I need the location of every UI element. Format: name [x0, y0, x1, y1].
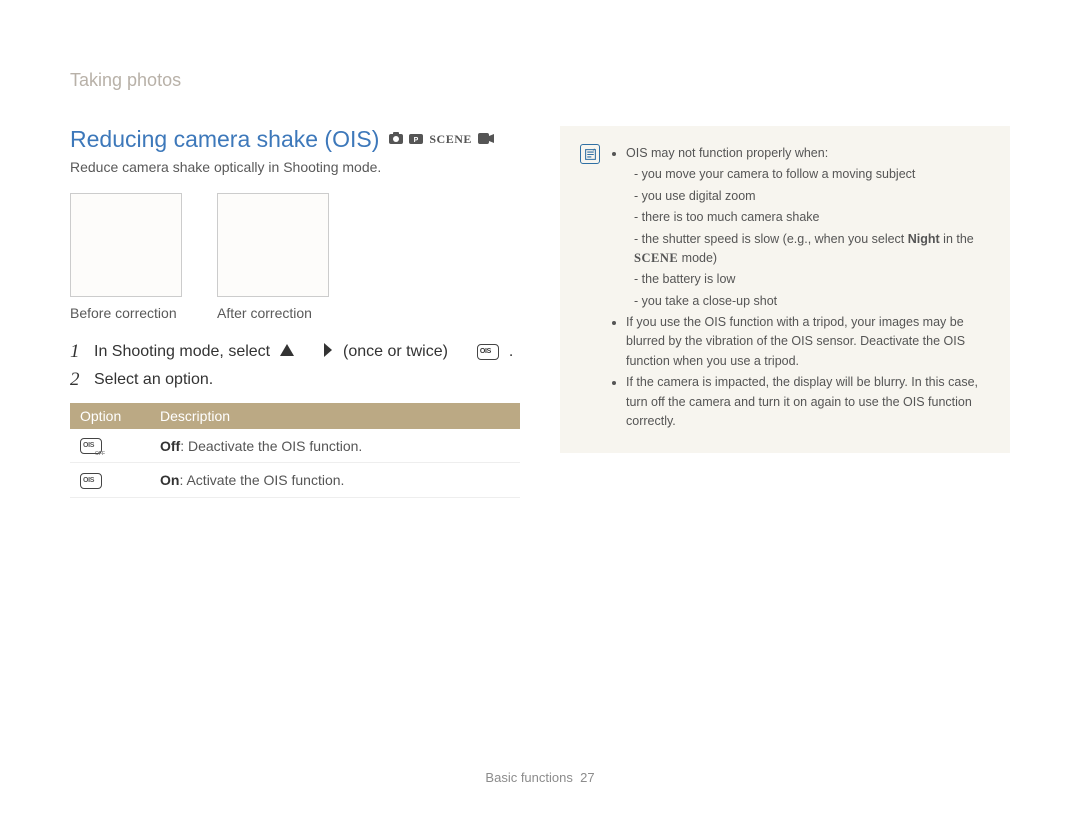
table-row: On: Activate the OIS function. [70, 463, 520, 497]
mode-icons-row: P SCENE [389, 131, 494, 149]
note-content: OIS may not function properly when: you … [610, 144, 990, 433]
camera-icon [389, 131, 403, 149]
note-sub-item: you move your camera to follow a moving … [634, 165, 990, 184]
note-bullet: If the camera is impacted, the display w… [626, 373, 990, 431]
after-thumbnail [217, 193, 329, 297]
option-text: : Activate the OIS function. [179, 472, 344, 488]
th-description: Description [150, 403, 520, 429]
option-bold: Off [160, 438, 180, 454]
before-label: Before correction [70, 305, 182, 321]
step-suffix: . [509, 343, 513, 361]
options-table: Option Description Off: Deactivate the O… [70, 403, 520, 498]
triangle-up-icon [280, 343, 294, 361]
step-number: 1 [70, 341, 84, 363]
option-bold: On [160, 472, 179, 488]
table-row: Off: Deactivate the OIS function. [70, 429, 520, 463]
footer-label: Basic functions [485, 770, 572, 785]
step-mid: (once or twice) [343, 343, 448, 361]
note-sub-item: the battery is low [634, 270, 990, 289]
camera-p-icon: P [409, 131, 423, 149]
ois-on-icon [80, 473, 102, 489]
before-thumbnail [70, 193, 182, 297]
note-sub-item: there is too much camera shake [634, 208, 990, 227]
step-text: Select an option. [94, 371, 213, 389]
svg-text:P: P [414, 137, 419, 144]
step-2: 2 Select an option. [70, 369, 520, 391]
option-text: : Deactivate the OIS function. [180, 438, 362, 454]
note-sub-item: you take a close-up shot [634, 292, 990, 311]
ois-on-icon [477, 344, 499, 360]
th-option: Option [70, 403, 150, 429]
note-intro: OIS may not function properly when: [626, 146, 828, 160]
ois-off-icon [80, 438, 102, 454]
page-number: 27 [580, 770, 594, 785]
scene-icon: SCENE [429, 132, 472, 147]
note-sub-item: the shutter speed is slow (e.g., when yo… [634, 230, 990, 269]
footer: Basic functions 27 [0, 770, 1080, 785]
step-number: 2 [70, 369, 84, 391]
intro-text: Reduce camera shake optically in Shootin… [70, 159, 520, 175]
step-text: In Shooting mode, select [94, 343, 270, 361]
note-bullet: If you use the OIS function with a tripo… [626, 313, 990, 371]
note-box: OIS may not function properly when: you … [560, 126, 1010, 453]
note-icon [580, 144, 600, 164]
chevron-right-icon [323, 343, 333, 362]
step-1: 1 In Shooting mode, select (once or twic… [70, 341, 520, 363]
page-title: Reducing camera shake (OIS) [70, 126, 379, 153]
note-sub-item: you use digital zoom [634, 187, 990, 206]
section-label: Taking photos [70, 70, 1010, 91]
after-label: After correction [217, 305, 329, 321]
video-icon [478, 131, 494, 149]
